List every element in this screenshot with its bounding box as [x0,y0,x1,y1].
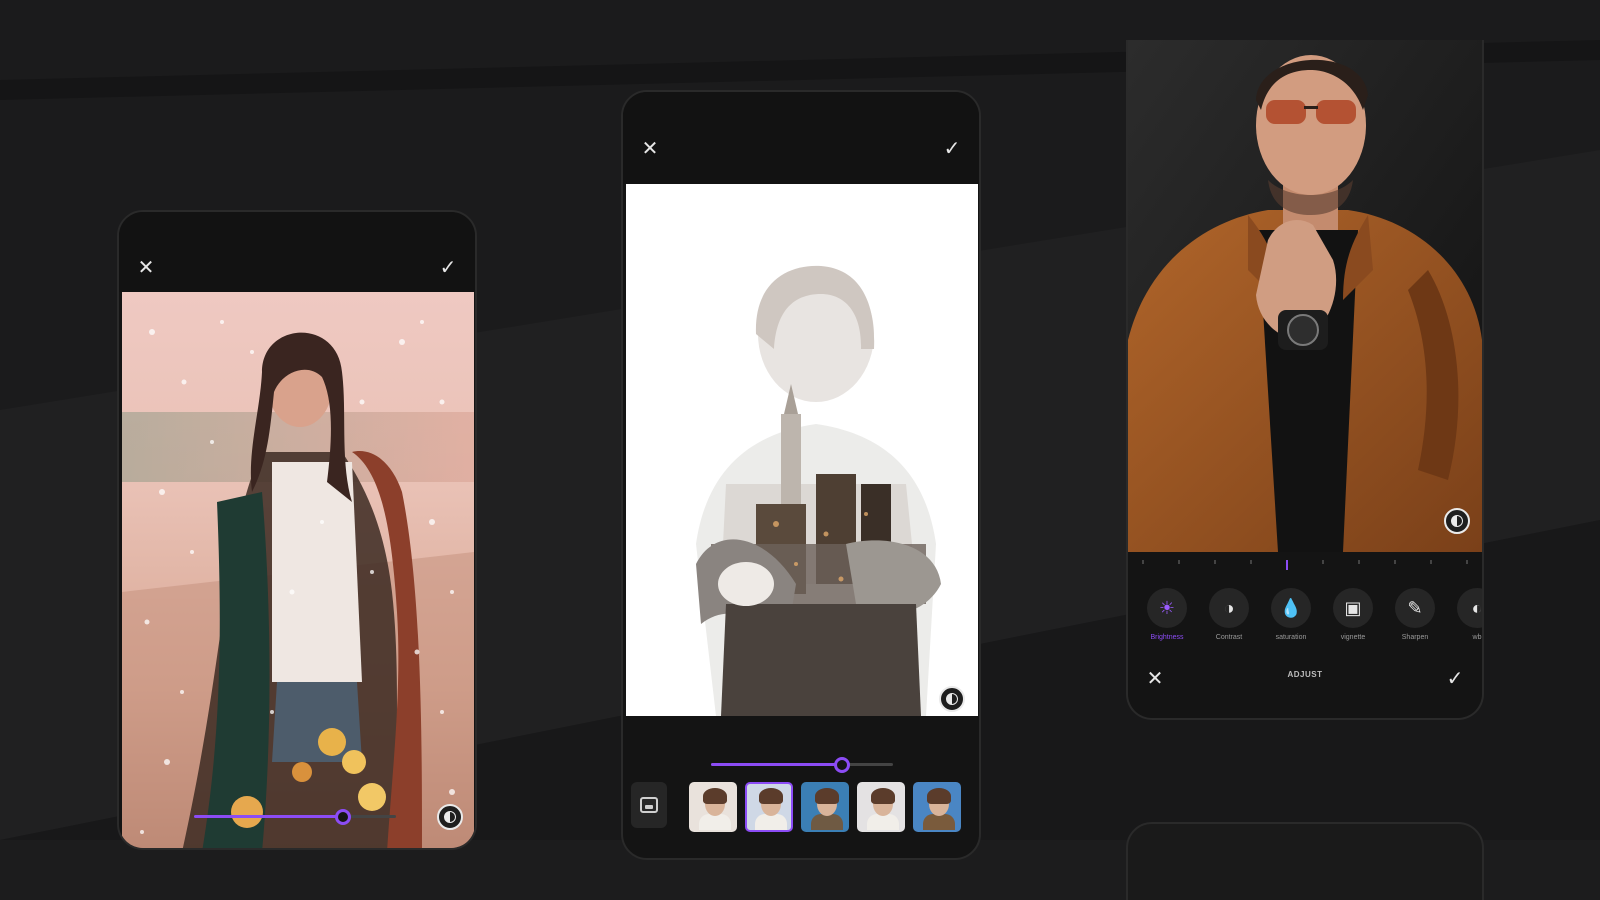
adjust-value-ruler[interactable] [1142,560,1468,570]
close-icon[interactable]: ✕ [637,136,663,162]
phone-screen-next-peek [1126,822,1484,900]
tool-label: saturation [1275,634,1307,641]
tool-white-balance[interactable]: ◐ wb [1446,588,1482,641]
tool-label: Contrast [1215,634,1243,641]
screen-title: ADJUST [1287,670,1323,679]
tool-sharpen[interactable]: ✎ Sharpen [1384,588,1446,641]
photo-woman-raindrops [122,292,474,848]
adjust-tools: ☀ Brightness ◑ Contrast 💧 saturation ▣ v… [1136,588,1482,641]
top-bar: ✕ ✓ [623,92,979,184]
phone-screen-double-exposure: ✕ ✓ [621,90,981,860]
vignette-icon: ▣ [1333,588,1373,628]
thumbnail-label [857,836,905,844]
slider-fill [711,763,843,766]
phone-screen-adjust: ☀ Brightness ◑ Contrast 💧 saturation ▣ v… [1126,40,1484,720]
thumbnail[interactable] [857,782,905,844]
tool-label: Brightness [1150,634,1184,641]
bottom-bar: ✕ ADJUST ✓ [1128,660,1482,696]
thumbnail[interactable] [913,782,961,844]
tool-brightness[interactable]: ☀ Brightness [1136,588,1198,641]
compare-icon[interactable] [437,804,463,830]
thumbnail-label [745,836,793,844]
top-bar: ✕ ✓ [119,212,475,292]
tool-label: vignette [1340,634,1366,641]
thumbnail-label [801,836,849,844]
thumbnail-image [913,782,961,832]
close-icon[interactable]: ✕ [133,255,159,281]
tool-label: wb [1472,634,1482,641]
compare-icon[interactable] [1444,508,1470,534]
image-icon[interactable] [631,782,667,828]
phone-screen-overlay: ✕ ✓ [117,210,477,850]
thumbnail-selected[interactable] [745,782,793,844]
tool-label: Sharpen [1401,634,1429,641]
tool-saturation[interactable]: 💧 saturation [1260,588,1322,641]
saturation-icon: 💧 [1271,588,1311,628]
photo-double-exposure [626,184,978,716]
confirm-icon[interactable]: ✓ [435,255,461,281]
blend-slider[interactable] [711,756,893,774]
thumbnail-strip [623,782,979,844]
thumbnail[interactable] [689,782,737,844]
slider-fill [194,815,344,818]
photo-man-leather-jacket [1128,40,1482,552]
thumbnail[interactable] [801,782,849,844]
white-balance-icon: ◐ [1457,588,1482,628]
compare-icon[interactable] [939,686,965,712]
thumbnail-image [745,782,793,832]
thumbnail-image [801,782,849,832]
intensity-slider[interactable] [194,808,396,826]
confirm-icon[interactable]: ✓ [939,136,965,162]
thumbnail-label [913,836,961,844]
contrast-icon: ◑ [1209,588,1249,628]
tool-contrast[interactable]: ◑ Contrast [1198,588,1260,641]
sharpen-icon: ✎ [1395,588,1435,628]
confirm-icon[interactable]: ✓ [1442,666,1468,692]
brightness-icon: ☀ [1147,588,1187,628]
thumbnail-image [857,782,905,832]
slider-handle[interactable] [335,809,352,825]
thumbnail-image [689,782,737,832]
tool-vignette[interactable]: ▣ vignette [1322,588,1384,641]
slider-handle[interactable] [834,757,851,773]
thumbnail-label [689,836,737,844]
